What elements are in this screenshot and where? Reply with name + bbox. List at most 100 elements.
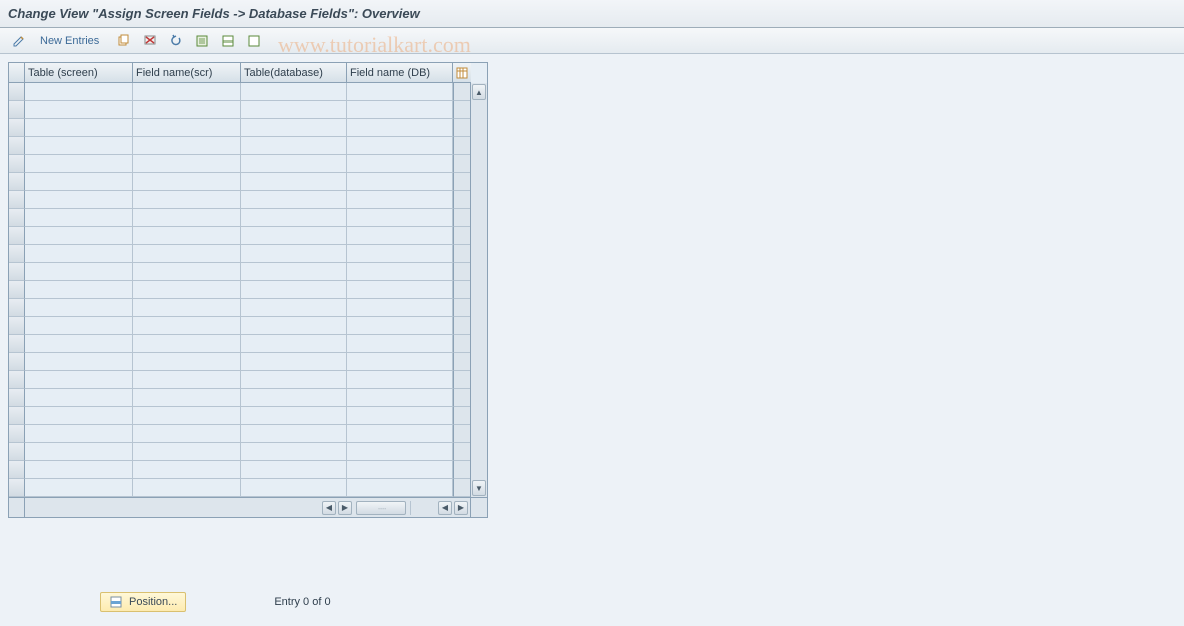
input-table-screen[interactable] [25,479,132,496]
row-selector[interactable] [9,443,25,461]
row-selector-header[interactable] [9,63,25,83]
toggle-edit-button[interactable] [8,31,30,51]
input-field-name-db[interactable] [347,299,452,316]
input-table-screen[interactable] [25,281,132,298]
row-selector[interactable] [9,335,25,353]
input-field-name-db[interactable] [347,407,452,424]
input-field-name-scr[interactable] [133,425,240,442]
input-table-screen[interactable] [25,461,132,478]
input-field-name-db[interactable] [347,137,452,154]
input-field-name-db[interactable] [347,155,452,172]
row-selector[interactable] [9,281,25,299]
copy-button[interactable] [113,31,135,51]
input-field-name-scr[interactable] [133,119,240,136]
input-field-name-scr[interactable] [133,317,240,334]
input-table-database[interactable] [241,119,346,136]
row-selector[interactable] [9,371,25,389]
input-field-name-scr[interactable] [133,443,240,460]
input-table-screen[interactable] [25,299,132,316]
input-field-name-db[interactable] [347,281,452,298]
vertical-scrollbar[interactable]: ▲ ▼ [470,83,487,497]
input-table-database[interactable] [241,371,346,388]
row-selector[interactable] [9,245,25,263]
input-field-name-db[interactable] [347,83,452,100]
input-table-screen[interactable] [25,137,132,154]
delete-button[interactable] [139,31,161,51]
input-table-screen[interactable] [25,389,132,406]
input-field-name-scr[interactable] [133,209,240,226]
input-field-name-db[interactable] [347,101,452,118]
input-table-screen[interactable] [25,353,132,370]
scroll-first-button[interactable]: ◀ [438,501,452,515]
input-field-name-scr[interactable] [133,263,240,280]
select-block-button[interactable] [217,31,239,51]
input-table-database[interactable] [241,191,346,208]
row-selector[interactable] [9,299,25,317]
input-table-screen[interactable] [25,335,132,352]
column-header-table-database[interactable]: Table(database) [241,63,347,83]
input-table-database[interactable] [241,173,346,190]
input-field-name-scr[interactable] [133,137,240,154]
input-field-name-scr[interactable] [133,353,240,370]
input-field-name-scr[interactable] [133,479,240,496]
input-table-database[interactable] [241,461,346,478]
row-selector[interactable] [9,173,25,191]
input-field-name-scr[interactable] [133,299,240,316]
input-table-database[interactable] [241,83,346,100]
row-selector[interactable] [9,227,25,245]
row-selector[interactable] [9,119,25,137]
input-field-name-db[interactable] [347,353,452,370]
input-table-database[interactable] [241,227,346,244]
scroll-down-button[interactable]: ▼ [472,480,486,496]
input-field-name-scr[interactable] [133,227,240,244]
input-field-name-scr[interactable] [133,407,240,424]
input-table-screen[interactable] [25,191,132,208]
input-table-screen[interactable] [25,443,132,460]
input-field-name-scr[interactable] [133,389,240,406]
horizontal-scroll-thumb[interactable]: ᠁ [356,501,406,515]
row-selector[interactable] [9,389,25,407]
input-field-name-db[interactable] [347,227,452,244]
input-field-name-db[interactable] [347,443,452,460]
scroll-up-button[interactable]: ▲ [472,84,486,100]
row-selector[interactable] [9,209,25,227]
input-field-name-db[interactable] [347,191,452,208]
input-field-name-db[interactable] [347,335,452,352]
input-table-database[interactable] [241,443,346,460]
row-selector[interactable] [9,317,25,335]
scroll-last-button[interactable]: ▶ [454,501,468,515]
input-field-name-db[interactable] [347,317,452,334]
row-selector[interactable] [9,83,25,101]
input-table-database[interactable] [241,335,346,352]
input-field-name-scr[interactable] [133,335,240,352]
input-field-name-db[interactable] [347,479,452,496]
input-table-screen[interactable] [25,173,132,190]
row-selector[interactable] [9,353,25,371]
column-header-field-name-db[interactable]: Field name (DB) [347,63,453,83]
row-selector[interactable] [9,407,25,425]
input-table-screen[interactable] [25,209,132,226]
input-field-name-db[interactable] [347,245,452,262]
vertical-scroll-track[interactable] [471,101,487,479]
row-selector[interactable] [9,191,25,209]
input-field-name-scr[interactable] [133,101,240,118]
input-table-screen[interactable] [25,101,132,118]
input-field-name-db[interactable] [347,461,452,478]
column-header-field-name-scr[interactable]: Field name(scr) [133,63,241,83]
input-field-name-scr[interactable] [133,155,240,172]
input-field-name-db[interactable] [347,263,452,280]
row-selector[interactable] [9,479,25,497]
input-table-screen[interactable] [25,425,132,442]
input-table-screen[interactable] [25,83,132,100]
input-field-name-db[interactable] [347,371,452,388]
select-all-button[interactable] [191,31,213,51]
scroll-right-button[interactable]: ▶ [338,501,352,515]
input-table-screen[interactable] [25,263,132,280]
input-field-name-scr[interactable] [133,245,240,262]
input-table-database[interactable] [241,389,346,406]
row-selector[interactable] [9,137,25,155]
position-button[interactable]: Position... [100,592,186,612]
input-field-name-scr[interactable] [133,83,240,100]
input-table-database[interactable] [241,137,346,154]
input-field-name-db[interactable] [347,209,452,226]
